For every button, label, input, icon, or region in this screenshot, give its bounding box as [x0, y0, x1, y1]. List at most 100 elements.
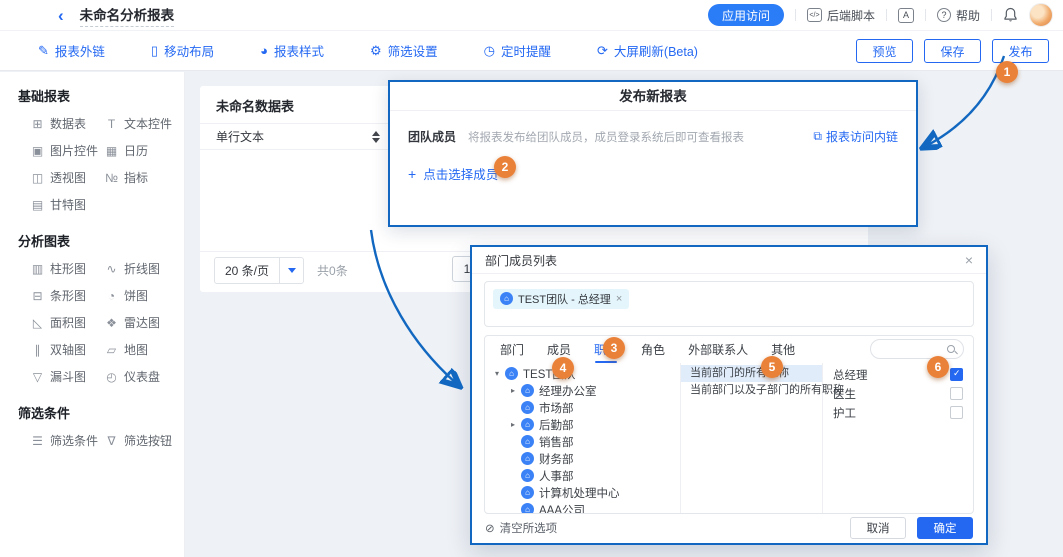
gear-icon: ⚙ — [370, 44, 382, 57]
caret-right-icon[interactable]: ▸ — [511, 420, 521, 429]
item-label: 面积图 — [50, 314, 86, 331]
tab-role[interactable]: 角色 — [641, 341, 665, 358]
preview-button[interactable]: 预览 — [856, 39, 913, 63]
tree-item-test-team[interactable]: ▾⌂TEST团队 — [485, 365, 680, 382]
divider — [991, 9, 992, 21]
toolbar-item-report-style[interactable]: ◕ 报表样式 — [260, 41, 324, 60]
sidebar-item-area-chart[interactable]: ◺面积图 — [31, 314, 105, 331]
backend-script-button[interactable]: </> 后端脚本 — [807, 7, 875, 24]
selected-member-chip[interactable]: ⌂ TEST团队 - 总经理 × — [493, 289, 629, 309]
item-label: 折线图 — [124, 260, 160, 277]
sidebar-item-line-chart[interactable]: ∿折线图 — [105, 260, 184, 277]
org-icon: ⌂ — [521, 384, 534, 397]
confirm-button[interactable]: 确定 — [917, 517, 973, 539]
tree-label: 经理办公室 — [539, 383, 597, 399]
tree-item-computer-center[interactable]: ⌂计算机处理中心 — [485, 484, 680, 501]
scope-option-current-department[interactable]: 当前部门的所有职称 — [681, 365, 822, 382]
job-title-doctor[interactable]: 医生 — [823, 384, 973, 403]
tab-external-contacts[interactable]: 外部联系人 — [688, 341, 748, 358]
tab-member[interactable]: 成员 — [547, 341, 571, 358]
column-chart-icon: ▥ — [31, 262, 44, 276]
toolbar-item-mobile-layout[interactable]: ▯ 移动布局 — [151, 41, 214, 60]
clear-icon: ⊘ — [485, 521, 495, 535]
tree-label: 计算机处理中心 — [539, 485, 620, 501]
language-icon[interactable]: A — [898, 8, 914, 23]
tree-item-logistics[interactable]: ▸⌂后勤部 — [485, 416, 680, 433]
plus-icon: + — [408, 166, 416, 182]
map-icon: ▱ — [105, 343, 118, 357]
save-button[interactable]: 保存 — [924, 39, 981, 63]
sidebar-item-pie-chart[interactable]: ◔饼图 — [105, 287, 184, 304]
toolbar-item-timed-reminder[interactable]: ◷ 定时提醒 — [484, 41, 551, 60]
tree-item-finance[interactable]: ⌂财务部 — [485, 450, 680, 467]
caret-down-icon[interactable]: ▾ — [495, 369, 505, 378]
sort-icon[interactable] — [372, 131, 380, 143]
page-size-select[interactable]: 20 条/页 — [214, 257, 304, 284]
back-icon[interactable]: ‹ — [58, 7, 64, 24]
checkbox[interactable] — [950, 406, 963, 419]
image-widget-icon: ▣ — [31, 144, 44, 158]
sidebar-item-indicator[interactable]: №指标 — [105, 169, 184, 186]
divider — [795, 9, 796, 21]
clear-selection-link[interactable]: ⊘ 清空所选项 — [485, 520, 557, 536]
report-access-link[interactable]: ⧉ 报表访问内链 — [813, 128, 898, 145]
job-title-label: 总经理 — [833, 367, 868, 383]
close-icon[interactable]: × — [965, 252, 973, 268]
tree-item-hr[interactable]: ⌂人事部 — [485, 467, 680, 484]
checkbox-checked[interactable] — [950, 368, 963, 381]
sidebar-item-filter-button[interactable]: ∇筛选按钮 — [105, 432, 184, 449]
sidebar-item-filter-condition[interactable]: ☰筛选条件 — [31, 432, 105, 449]
sidebar-item-data-table[interactable]: ⊞数据表 — [31, 115, 105, 132]
tree-item-manager-office[interactable]: ▸⌂ 经理办公室 — [485, 382, 680, 399]
cancel-button[interactable]: 取消 — [850, 517, 906, 539]
sidebar-item-column-chart[interactable]: ▥柱形图 — [31, 260, 105, 277]
job-title-label: 医生 — [833, 386, 856, 402]
item-label: 条形图 — [50, 287, 86, 304]
sidebar-item-text-widget[interactable]: T文本控件 — [105, 115, 184, 132]
modal-title: 部门成员列表 — [485, 252, 557, 269]
item-label: 雷达图 — [124, 314, 160, 331]
tree-item-sales[interactable]: ⌂销售部 — [485, 433, 680, 450]
help-label: 帮助 — [956, 7, 980, 24]
search-input[interactable] — [877, 341, 947, 357]
publish-dialog-body: 团队成员 将报表发布给团队成员，成员登录系统后即可查看报表 ⧉ 报表访问内链 +… — [390, 111, 916, 183]
sidebar-item-image-widget[interactable]: ▣图片控件 — [31, 142, 105, 159]
sidebar-item-bar-chart[interactable]: ⊟条形图 — [31, 287, 105, 304]
item-label: 筛选按钮 — [124, 432, 172, 449]
job-title-nurse[interactable]: 护工 — [823, 403, 973, 422]
widget-sidebar: 基础报表 ⊞数据表 T文本控件 ▣图片控件 ▦日历 ◫透视图 №指标 ▤甘特图 … — [0, 72, 185, 557]
user-avatar[interactable] — [1029, 3, 1053, 27]
org-icon: ⌂ — [521, 418, 534, 431]
org-icon: ⌂ — [521, 401, 534, 414]
column-header-single-line-text[interactable]: 单行文本 — [216, 128, 264, 145]
question-icon: ? — [937, 8, 951, 22]
tab-other[interactable]: 其他 — [771, 341, 795, 358]
scope-option-with-subdepartments[interactable]: 当前部门以及子部门的所有职称 — [681, 382, 822, 399]
job-title-general-manager[interactable]: 总经理 — [823, 365, 973, 384]
publish-button[interactable]: 发布 — [992, 39, 1049, 63]
tree-item-marketing[interactable]: ⌂市场部 — [485, 399, 680, 416]
sidebar-item-gauge[interactable]: ◴仪表盘 — [105, 368, 184, 385]
sidebar-item-radar-chart[interactable]: ❖ 雷达图 — [105, 314, 184, 331]
caret-right-icon[interactable]: ▸ — [511, 386, 521, 395]
toolbar-label: 筛选设置 — [388, 41, 438, 60]
toolbar-item-screen-refresh[interactable]: ⟳ 大屏刷新(Beta) — [597, 41, 698, 60]
checkbox[interactable] — [950, 387, 963, 400]
bell-icon[interactable] — [1003, 7, 1018, 23]
sidebar-item-dual-axis-chart[interactable]: ∥双轴图 — [31, 341, 105, 358]
chip-close-icon[interactable]: × — [616, 293, 622, 305]
sidebar-item-gantt[interactable]: ▤甘特图 — [31, 196, 105, 213]
sidebar-item-funnel-chart[interactable]: ▽漏斗图 — [31, 368, 105, 385]
help-button[interactable]: ? 帮助 — [937, 7, 980, 24]
sidebar-item-map[interactable]: ▱地图 — [105, 341, 184, 358]
sidebar-item-calendar[interactable]: ▦日历 — [105, 142, 184, 159]
tab-department[interactable]: 部门 — [500, 341, 524, 358]
sidebar-item-pivot[interactable]: ◫透视图 — [31, 169, 105, 186]
select-members-link[interactable]: + 点击选择成员 — [408, 164, 898, 183]
page-title[interactable]: 未命名分析报表 — [80, 4, 175, 27]
step-badge-3: 3 — [603, 337, 625, 359]
toolbar-item-report-external-link[interactable]: ✎ 报表外链 — [38, 41, 105, 60]
toolbar-item-filter-settings[interactable]: ⚙ 筛选设置 — [370, 41, 438, 60]
radar-chart-icon: ❖ — [105, 316, 118, 330]
app-access-button[interactable]: 应用访问 — [708, 4, 784, 26]
